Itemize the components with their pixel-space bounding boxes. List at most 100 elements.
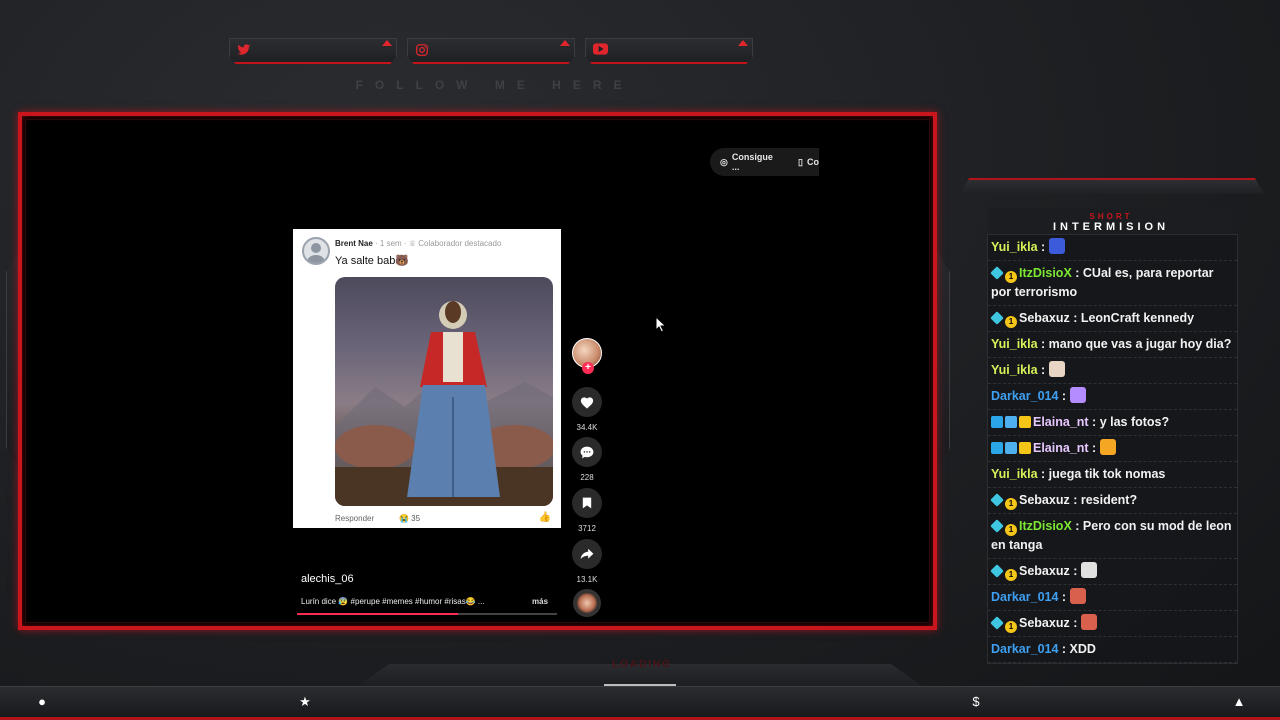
- comment-action[interactable]: 228: [571, 437, 603, 482]
- chat-username[interactable]: Darkar_014: [991, 590, 1058, 604]
- twitter-icon: [236, 43, 252, 59]
- expand-arrow-icon: [382, 40, 392, 46]
- chat-header-small: SHORT: [1089, 212, 1133, 221]
- video-progress-bar[interactable]: [297, 613, 557, 615]
- chat-username[interactable]: Yui_ikla: [991, 337, 1038, 351]
- rocket-icon: ▲: [1232, 694, 1246, 709]
- chat-message: Yui_ikla : mano que vas a jugar hoy dia?: [988, 332, 1237, 358]
- share-icon[interactable]: [572, 539, 602, 569]
- chat-text: y las fotos?: [1099, 415, 1170, 429]
- chat-username[interactable]: Sebaxuz: [1019, 616, 1070, 630]
- chat-emote-icon: [1080, 562, 1097, 578]
- chat-separator: :: [1071, 519, 1083, 533]
- mouse-cursor-icon: [655, 315, 667, 337]
- youtube-icon: [592, 43, 608, 59]
- pill-label: Consigue ...: [731, 152, 773, 172]
- follow-plus-icon[interactable]: +: [582, 362, 594, 374]
- chat-separator: :: [1058, 590, 1070, 604]
- share-count: 13.1K: [576, 575, 598, 584]
- comment-post-card[interactable]: Brent Nae · 1 sem · ♕ Colaborador destac…: [293, 229, 561, 528]
- post-tag: Colaborador destacado: [418, 239, 502, 248]
- chat-username[interactable]: Yui_ikla: [991, 467, 1038, 481]
- post-author[interactable]: Brent Nae: [335, 239, 373, 248]
- chat-text: LeonCraft kennedy: [1080, 311, 1195, 325]
- thumbs-up-icon[interactable]: 👍: [539, 512, 551, 523]
- chat-separator: :: [1071, 266, 1083, 280]
- one-badge-icon: 1: [1005, 621, 1017, 633]
- cube-badge-icon: [1005, 442, 1017, 454]
- chat-text: XDD: [1069, 642, 1096, 656]
- chat-emote-icon: [1099, 439, 1116, 455]
- chat-panel[interactable]: Yui_ikla : 1 ItzDisioX : CUal es, para re…: [987, 234, 1238, 664]
- chat-separator: :: [1088, 415, 1100, 429]
- arrow-badge-icon: [991, 416, 1003, 428]
- comment-icon[interactable]: [572, 437, 602, 467]
- twitter-slot[interactable]: [229, 38, 397, 64]
- chat-username[interactable]: Sebaxuz: [1019, 564, 1070, 578]
- gem-badge-icon: [990, 519, 1004, 533]
- expand-arrow-icon: [738, 40, 748, 46]
- post-image: [335, 277, 553, 506]
- dollar-icon: $: [972, 694, 980, 709]
- video-username[interactable]: alechis_06: [301, 573, 354, 585]
- chat-message: 1 Sebaxuz : LeonCraft kennedy: [988, 306, 1237, 332]
- youtube-slot[interactable]: [585, 38, 753, 64]
- one-badge-icon: 1: [1005, 524, 1017, 536]
- phone-icon: ▯: [798, 156, 803, 167]
- like-action[interactable]: 34.4K: [571, 387, 603, 432]
- save-action[interactable]: 3712: [571, 488, 603, 533]
- chat-username[interactable]: Elaina_nt: [1033, 415, 1089, 429]
- chat-separator: :: [1069, 564, 1081, 578]
- chat-separator: :: [1058, 389, 1070, 403]
- chat-emote-icon: [1069, 588, 1086, 604]
- gem-badge-icon: [990, 616, 1004, 630]
- chat-message: 1 ItzDisioX : CUal es, para reportar por …: [988, 261, 1237, 306]
- bookmark-icon[interactable]: [572, 488, 602, 518]
- crown-badge-icon: [1019, 416, 1031, 428]
- chat-message: Darkar_014 :: [988, 384, 1237, 410]
- chat-message: 1 Sebaxuz :: [988, 559, 1237, 585]
- commenter-avatar[interactable]: [302, 237, 330, 265]
- bottom-bar: [0, 686, 1280, 720]
- chat-username[interactable]: Elaina_nt: [1033, 441, 1089, 455]
- reply-link[interactable]: Responder: [335, 514, 374, 523]
- chat-username[interactable]: Sebaxuz: [1019, 493, 1070, 507]
- chat-username[interactable]: ItzDisioX: [1019, 266, 1072, 280]
- chat-separator: :: [1037, 337, 1049, 351]
- instagram-icon: [414, 43, 430, 59]
- chat-emote-icon: [1080, 614, 1097, 630]
- chat-message: Elaina_nt :: [988, 436, 1237, 462]
- chat-message: Yui_ikla :: [988, 235, 1237, 261]
- heart-icon[interactable]: [572, 387, 602, 417]
- instagram-slot[interactable]: [407, 38, 575, 64]
- one-badge-icon: 1: [1005, 569, 1017, 581]
- chat-message: Darkar_014 :: [988, 585, 1237, 611]
- chat-separator: :: [1069, 493, 1081, 507]
- chat-text: resident?: [1080, 493, 1138, 507]
- chat-username[interactable]: ItzDisioX: [1019, 519, 1072, 533]
- chat-separator: :: [1058, 642, 1070, 656]
- chat-separator: :: [1069, 311, 1081, 325]
- chat-username[interactable]: Darkar_014: [991, 642, 1058, 656]
- caption-more-link[interactable]: más: [532, 597, 548, 606]
- pill-label-2: Co: [807, 157, 819, 167]
- gem-badge-icon: [990, 564, 1004, 578]
- chat-message: 1 Sebaxuz :: [988, 611, 1237, 637]
- star-icon: ★: [299, 694, 311, 709]
- chat-username[interactable]: Yui_ikla: [991, 240, 1038, 254]
- chat-emote-icon: [1048, 238, 1065, 254]
- crown-badge-icon: [1019, 442, 1031, 454]
- loading-label: LOADING: [611, 659, 673, 670]
- chat-message: Darkar_014 : XDD: [988, 637, 1237, 663]
- chat-username[interactable]: Darkar_014: [991, 389, 1058, 403]
- chat-username[interactable]: Yui_ikla: [991, 363, 1038, 377]
- chat-message: 1 ItzDisioX : Pero con su mod de leon en …: [988, 514, 1237, 559]
- post-time: · 1 sem ·: [375, 239, 407, 248]
- share-action[interactable]: 13.1K: [571, 539, 603, 584]
- badge-icon: ♕: [408, 239, 416, 248]
- chat-username[interactable]: Sebaxuz: [1019, 311, 1070, 325]
- get-app-pill[interactable]: ◎ Consigue ... ▯ Co: [710, 148, 819, 176]
- music-disc-icon[interactable]: [573, 589, 601, 617]
- one-badge-icon: 1: [1005, 316, 1017, 328]
- chat-message: Yui_ikla :: [988, 358, 1237, 384]
